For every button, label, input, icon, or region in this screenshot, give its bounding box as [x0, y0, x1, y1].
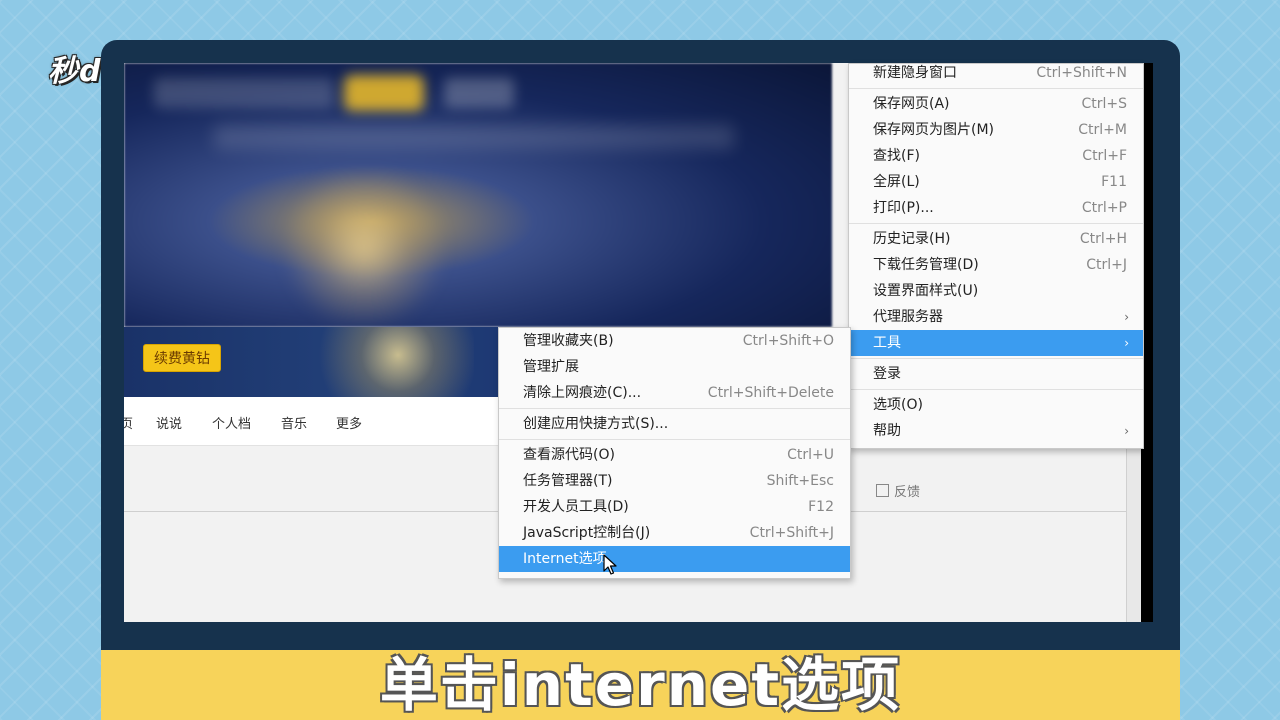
menu-item-shortcut: Ctrl+Shift+Delete: [707, 385, 834, 401]
menu-item-label: 全屏(L): [873, 174, 920, 190]
menu-item-label: 选项(O): [873, 397, 923, 413]
menu-item-dev-tools[interactable]: 开发人员工具(D) F12: [499, 494, 850, 520]
nav-item-more[interactable]: 更多: [336, 413, 362, 432]
menu-item-shortcut: Ctrl+Shift+N: [1036, 65, 1127, 81]
menu-item-shortcut: Ctrl+Shift+J: [749, 525, 834, 541]
menu-separator: [849, 358, 1143, 359]
blurred-element: [214, 125, 734, 149]
menu-item-history[interactable]: 历史记录(H) Ctrl+H: [849, 226, 1143, 252]
menu-item-manage-extensions[interactable]: 管理扩展: [499, 354, 850, 380]
feedback-link[interactable]: 反馈: [876, 481, 920, 500]
menu-separator: [499, 439, 850, 440]
mouse-cursor-icon: [603, 554, 617, 575]
caption-text: 单击internet选项: [379, 651, 902, 719]
menu-item-tools[interactable]: 工具 ›: [849, 330, 1143, 356]
menu-item-label: 查看源代码(O): [523, 447, 615, 463]
menu-item-new-incognito[interactable]: 新建隐身窗口 Ctrl+Shift+N: [849, 64, 1143, 86]
menu-item-label: 管理收藏夹(B): [523, 333, 614, 349]
blurred-star-image: [274, 173, 454, 323]
menu-item-label: 设置界面样式(U): [873, 283, 979, 299]
menu-item-task-manager[interactable]: 任务管理器(T) Shift+Esc: [499, 468, 850, 494]
chevron-right-icon: ›: [1124, 310, 1129, 324]
menu-item-view-source[interactable]: 查看源代码(O) Ctrl+U: [499, 442, 850, 468]
blurred-element: [344, 75, 424, 111]
menu-item-label: 任务管理器(T): [523, 473, 613, 489]
menu-item-label: 代理服务器: [873, 309, 943, 325]
menu-item-label: 创建应用快捷方式(S)...: [523, 416, 669, 432]
menu-item-find[interactable]: 查找(F) Ctrl+F: [849, 143, 1143, 169]
menu-item-downloads[interactable]: 下载任务管理(D) Ctrl+J: [849, 252, 1143, 278]
menu-item-clear-history[interactable]: 清除上网痕迹(C)... Ctrl+Shift+Delete: [499, 380, 850, 406]
feedback-label: 反馈: [894, 485, 921, 500]
menu-item-label: 新建隐身窗口: [873, 65, 957, 81]
menu-separator: [849, 389, 1143, 390]
blurred-hero-banner: [124, 63, 832, 327]
menu-separator: [849, 88, 1143, 89]
menu-item-shortcut: Ctrl+H: [1079, 231, 1127, 247]
menu-item-label: Internet选项: [523, 551, 607, 567]
menu-item-label: 帮助: [873, 423, 901, 439]
browser-main-menu: 新建隐身窗口 Ctrl+Shift+N 保存网页(A) Ctrl+S 保存网页为…: [848, 63, 1144, 449]
menu-item-label: 保存网页(A): [873, 96, 950, 112]
menu-item-label: 工具: [873, 335, 901, 351]
menu-item-shortcut: Ctrl+Shift+O: [742, 333, 834, 349]
menu-separator: [849, 223, 1143, 224]
menu-item-shortcut: F11: [1101, 174, 1127, 190]
menu-item-save-page[interactable]: 保存网页(A) Ctrl+S: [849, 91, 1143, 117]
menu-item-label: 开发人员工具(D): [523, 499, 629, 515]
nav-item-profile[interactable]: 个人档: [212, 413, 251, 432]
menu-item-shortcut: Ctrl+M: [1078, 122, 1127, 138]
blurred-element: [444, 78, 514, 108]
menu-item-login[interactable]: 登录: [849, 361, 1143, 387]
nav-item-shuoshuo[interactable]: 说说: [156, 413, 182, 432]
menu-item-label: 保存网页为图片(M): [873, 122, 995, 138]
menu-item-label: 打印(P)...: [873, 200, 934, 216]
menu-item-shortcut: Ctrl+F: [1082, 148, 1127, 164]
menu-item-shortcut: Ctrl+J: [1086, 257, 1127, 273]
menu-separator: [499, 408, 850, 409]
menu-item-label: 清除上网痕迹(C)...: [523, 385, 642, 401]
menu-item-shortcut: F12: [808, 499, 834, 515]
menu-item-label: 管理扩展: [523, 359, 579, 375]
menu-item-shortcut: Ctrl+P: [1081, 200, 1127, 216]
edit-icon: [876, 484, 889, 497]
menu-item-internet-options[interactable]: Internet选项: [499, 546, 850, 572]
menu-item-shortcut: Shift+Esc: [766, 473, 834, 489]
menu-item-save-as-image[interactable]: 保存网页为图片(M) Ctrl+M: [849, 117, 1143, 143]
nav-item-partial[interactable]: 页: [124, 413, 133, 432]
menu-item-options[interactable]: 选项(O): [849, 392, 1143, 418]
blurred-element: [154, 78, 334, 108]
sparkle-decoration: [284, 327, 474, 397]
menu-item-js-console[interactable]: JavaScript控制台(J) Ctrl+Shift+J: [499, 520, 850, 546]
chevron-right-icon: ›: [1124, 424, 1129, 438]
caption-bar: 单击internet选项: [101, 650, 1180, 720]
menu-item-label: 登录: [873, 366, 901, 382]
menu-item-fullscreen[interactable]: 全屏(L) F11: [849, 169, 1143, 195]
menu-item-label: 历史记录(H): [873, 231, 951, 247]
menu-item-create-shortcut[interactable]: 创建应用快捷方式(S)...: [499, 411, 850, 437]
menu-item-manage-favorites[interactable]: 管理收藏夹(B) Ctrl+Shift+O: [499, 328, 850, 354]
menu-item-help[interactable]: 帮助 ›: [849, 418, 1143, 444]
menu-item-print[interactable]: 打印(P)... Ctrl+P: [849, 195, 1143, 221]
menu-item-label: JavaScript控制台(J): [523, 525, 651, 541]
menu-item-shortcut: Ctrl+U: [787, 447, 834, 463]
menu-item-shortcut: Ctrl+S: [1081, 96, 1127, 112]
chevron-right-icon: ›: [1124, 336, 1129, 350]
menu-item-ui-style[interactable]: 设置界面样式(U): [849, 278, 1143, 304]
nav-item-music[interactable]: 音乐: [281, 413, 307, 432]
menu-item-label: 查找(F): [873, 148, 920, 164]
menu-item-label: 下载任务管理(D): [873, 257, 979, 273]
menu-item-proxy[interactable]: 代理服务器 ›: [849, 304, 1143, 330]
renew-vip-button[interactable]: 续费黄钻: [143, 344, 221, 372]
tools-submenu: 管理收藏夹(B) Ctrl+Shift+O 管理扩展 清除上网痕迹(C)... …: [498, 327, 851, 579]
